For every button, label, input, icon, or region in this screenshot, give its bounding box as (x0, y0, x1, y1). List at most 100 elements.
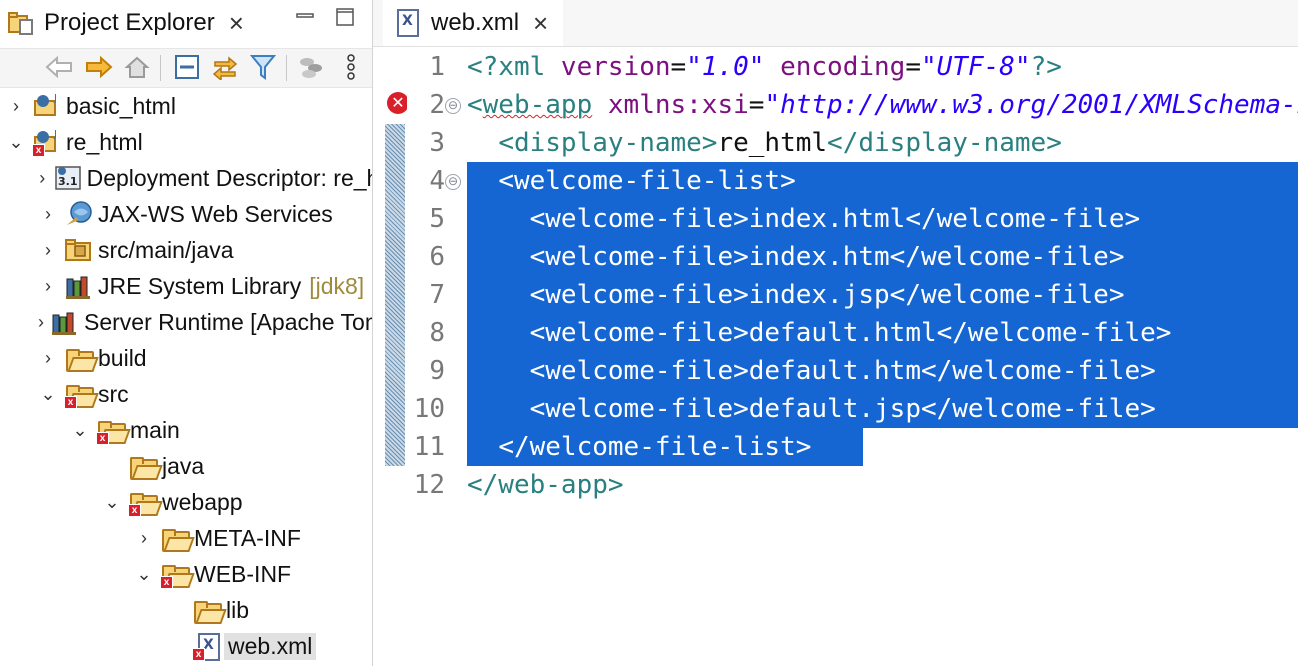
leaf-spacer (102, 456, 122, 476)
code-line-7: <welcome-file>index.jsp</welcome-file> (529, 280, 1125, 310)
collapse-icon[interactable]: ⌄ (70, 420, 90, 440)
code-line-5: <welcome-file>index.html</welcome-file> (529, 204, 1141, 234)
tree-item-deployment-descriptor[interactable]: › 3.1 Deployment Descriptor: re_html (0, 160, 372, 196)
tree-item-src-main-java[interactable]: › src/main/java (0, 232, 372, 268)
svg-text:J: J (53, 93, 57, 104)
tree-item-main[interactable]: ⌄ x main (0, 412, 372, 448)
editor-tab-title: web.xml (431, 9, 520, 36)
code-line-4: <welcome-file-list> (498, 166, 796, 196)
expand-icon[interactable]: › (38, 348, 58, 368)
error-badge-icon: x (160, 576, 173, 589)
tree-item-label: src/main/java (98, 236, 234, 263)
expand-icon[interactable]: › (38, 168, 47, 188)
back-icon[interactable] (44, 52, 74, 82)
tree-item-webapp[interactable]: ⌄ x webapp (0, 484, 372, 520)
leaf-spacer (166, 600, 186, 620)
expand-icon[interactable]: › (38, 312, 44, 332)
tree-item-label: WEB-INF (194, 560, 292, 587)
collapse-all-icon[interactable] (172, 52, 202, 82)
tree-item-re-html[interactable]: ⌄ J x re_html (0, 124, 372, 160)
fold-toggle-icon[interactable]: ⊖ (445, 98, 461, 114)
view-menu-icon[interactable] (336, 52, 366, 82)
line-number: 7 (429, 280, 445, 310)
svg-text:3.1: 3.1 (58, 175, 78, 188)
folder-icon: x (160, 559, 195, 589)
tree-item-jax-ws[interactable]: › JAX-WS Web Services (0, 196, 372, 232)
tree-item-web-inf[interactable]: ⌄ x WEB-INF (0, 556, 372, 592)
project-explorer-view: Project Explorer × › J basic_html ⌄ J x … (0, 0, 373, 666)
error-marker-icon[interactable]: ✕ (387, 92, 409, 114)
tree-item-server-runtime[interactable]: › Server Runtime [Apache Tomcat] (0, 304, 372, 340)
editor-tab-web-xml[interactable]: web.xml × (383, 0, 563, 46)
error-badge-icon: x (96, 432, 109, 445)
folder-icon: x (64, 379, 99, 409)
filter-icon[interactable] (248, 52, 278, 82)
folder-icon (160, 523, 195, 553)
tree-item-web-xml[interactable]: x web.xml (0, 628, 372, 664)
expand-icon[interactable]: › (38, 240, 58, 260)
folder-icon (64, 343, 99, 373)
leaf-spacer (166, 636, 186, 656)
xml-file-icon (397, 9, 421, 37)
deployment-descriptor-icon: 3.1 (53, 163, 83, 193)
close-icon[interactable]: × (533, 8, 548, 39)
tree-item-label: Server Runtime [Apache Tomcat] (84, 308, 372, 335)
tree-item-label: java (162, 452, 205, 479)
code-area[interactable]: <?xml version="1.0" encoding="UTF-8"?> <… (467, 48, 1298, 666)
expand-icon[interactable]: › (38, 276, 58, 296)
tree-item-basic-html[interactable]: › J basic_html (0, 88, 372, 124)
expand-icon[interactable]: › (134, 528, 154, 548)
link-with-editor-icon[interactable] (210, 52, 240, 82)
code-line-2: <web-app xmlns:xsi="http://www.w3.org/20… (467, 90, 1298, 120)
project-icon: J x (32, 127, 62, 157)
close-icon[interactable]: × (229, 10, 244, 36)
line-number: 10 (413, 394, 445, 424)
error-badge-icon: x (32, 144, 45, 157)
collapse-icon[interactable]: ⌄ (134, 564, 154, 584)
tree-item-label: lib (226, 596, 250, 623)
home-icon[interactable] (122, 52, 152, 82)
fold-toggle-icon[interactable]: ⊖ (445, 174, 461, 190)
line-number: 5 (429, 204, 445, 234)
group-icon[interactable] (296, 52, 326, 82)
project-explorer-tab[interactable]: Project Explorer × (0, 0, 262, 46)
tree-item-java[interactable]: java (0, 448, 372, 484)
tree-item-label: webapp (162, 488, 243, 515)
minimize-icon[interactable] (294, 6, 316, 28)
line-number-gutter: 1 2 ⊖ 3 4 ⊖ 5 6 7 8 9 10 11 12 (407, 48, 463, 666)
expand-icon[interactable]: › (38, 204, 58, 224)
collapse-icon[interactable]: ⌄ (38, 384, 58, 404)
tree-item-label: main (130, 416, 180, 443)
folder-icon (128, 451, 163, 481)
expand-icon[interactable]: › (6, 96, 26, 116)
code-line-11: </welcome-file-list> (498, 432, 812, 462)
tree-item-jre-system-library[interactable]: › JRE System Library [jdk8] (0, 268, 372, 304)
annotation-ruler[interactable]: ✕ (373, 48, 409, 666)
code-line-9: <welcome-file>default.htm</welcome-file> (529, 356, 1156, 386)
svg-text:J: J (53, 129, 57, 140)
folder-icon: x (128, 487, 163, 517)
project-explorer-icon (6, 8, 36, 38)
tree-item-lib[interactable]: lib (0, 592, 372, 628)
xml-file-icon: x (192, 631, 222, 661)
maximize-icon[interactable] (334, 6, 356, 28)
error-badge-icon: x (128, 504, 141, 517)
library-icon (50, 307, 80, 337)
jdk-decoration: [jdk8] (309, 272, 365, 299)
collapse-icon[interactable]: ⌄ (6, 132, 26, 152)
code-line-6: <welcome-file>index.htm</welcome-file> (529, 242, 1125, 272)
tree-item-build[interactable]: › build (0, 340, 372, 376)
tree-item-label: basic_html (66, 92, 176, 119)
tree-item-label: META-INF (194, 524, 301, 551)
code-line-1: <?xml version="1.0" encoding="UTF-8"?> (467, 52, 1062, 82)
collapse-icon[interactable]: ⌄ (102, 492, 122, 512)
tree-item-src[interactable]: ⌄ x src (0, 376, 372, 412)
forward-icon[interactable] (84, 52, 114, 82)
editor-tab-bar: web.xml × (373, 0, 1298, 47)
tree-item-label: build (98, 344, 147, 371)
line-number: 2 (429, 90, 445, 120)
line-number: 3 (429, 128, 445, 158)
tree-item-label: Deployment Descriptor: re_html (86, 164, 372, 191)
tree-item-label: src (98, 380, 129, 407)
tree-item-meta-inf[interactable]: › META-INF (0, 520, 372, 556)
